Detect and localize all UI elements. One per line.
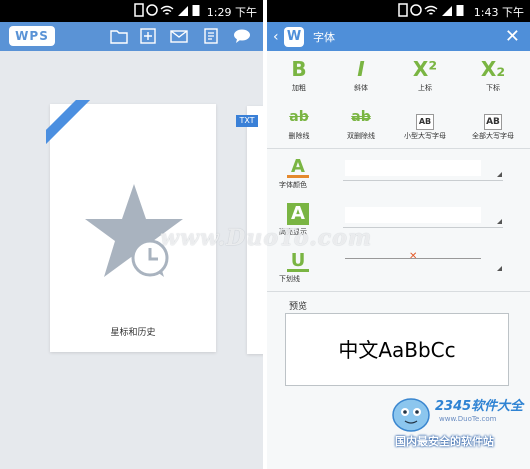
divider	[267, 291, 530, 292]
wifi-icon	[424, 5, 438, 15]
document-icon[interactable]	[202, 28, 220, 44]
bold-label: 加粗	[292, 84, 306, 92]
font-panel-header: ‹ W 字体 ✕	[267, 22, 530, 51]
small-caps-label: 小型大写字母	[404, 132, 446, 140]
subscript-button[interactable]: X₂ 下标	[463, 57, 523, 93]
bold-button[interactable]: B 加粗	[269, 57, 329, 93]
highlight-select[interactable]	[345, 207, 481, 223]
badge-slogan: 国内最安全的软件站	[395, 435, 494, 448]
all-caps-icon: AB	[484, 114, 502, 130]
dropdown-arrow-icon	[497, 172, 502, 177]
corner-ribbon	[46, 100, 90, 144]
slider-knob-icon[interactable]: ✕	[409, 251, 417, 262]
italic-button[interactable]: I 斜体	[331, 57, 391, 93]
font-color-row[interactable]: A 字体颜色	[267, 154, 530, 198]
signal-icon	[442, 6, 452, 16]
watermark: www.DuoTo.com	[160, 225, 373, 251]
txt-badge: TXT	[236, 115, 258, 127]
strikethrough-icon: ab	[289, 109, 309, 125]
preview-box: 中文AaBbCc	[285, 313, 509, 386]
underline-row[interactable]: U 下划线 ✕	[267, 248, 530, 292]
divider	[267, 148, 530, 149]
strikethrough-button[interactable]: ab 删除线	[269, 105, 329, 141]
battery-icon	[456, 5, 464, 16]
sim-icon	[398, 3, 408, 17]
font-color-select[interactable]	[345, 160, 481, 176]
dropdown-arrow-icon	[497, 266, 502, 271]
highlight-icon: A	[287, 203, 309, 225]
dropdown-arrow-icon	[497, 219, 502, 224]
superscript-button[interactable]: X² 上标	[395, 57, 455, 93]
superscript-icon: X²	[412, 57, 438, 81]
strikethrough-label: 删除线	[288, 132, 310, 140]
signal-icon	[178, 6, 188, 16]
alarm-icon	[410, 4, 422, 16]
status-bar: 1:29 下午	[0, 0, 263, 22]
small-caps-button[interactable]: AB 小型大写字母	[395, 105, 455, 141]
italic-label: 斜体	[354, 84, 368, 92]
status-time: 1:43 下午	[473, 6, 524, 19]
folder-icon[interactable]	[110, 28, 128, 44]
battery-icon	[192, 5, 200, 16]
small-caps-icon: AB	[416, 114, 434, 130]
wps-w-logo: W	[284, 27, 304, 47]
new-doc-icon[interactable]	[139, 28, 157, 44]
badge-name: 2345软件大全	[435, 399, 524, 414]
double-strikethrough-label: 双删除线	[347, 132, 375, 140]
font-color-icon: A	[287, 156, 309, 178]
bold-icon: B	[291, 57, 307, 81]
status-bar-right: 1:43 下午	[267, 0, 530, 22]
close-icon[interactable]: ✕	[505, 26, 520, 47]
alarm-icon	[146, 4, 158, 16]
preview-label: 预览	[289, 302, 308, 312]
mascot-icon	[392, 398, 430, 432]
subscript-label: 下标	[486, 84, 500, 92]
superscript-label: 上标	[418, 84, 432, 92]
double-strikethrough-button[interactable]: ab 双删除线	[331, 105, 391, 141]
underline-label: 下划线	[279, 275, 300, 283]
card-label: 星标和历史	[110, 328, 156, 338]
site-badge: 2345软件大全 www.DuoTe.com 国内最安全的软件站	[383, 389, 528, 449]
back-arrow-icon[interactable]: ‹	[273, 29, 279, 45]
double-strikethrough-icon: ab	[351, 109, 371, 125]
subscript-icon: X₂	[480, 57, 506, 81]
chat-icon[interactable]	[233, 28, 251, 44]
status-time: 1:29 下午	[206, 6, 257, 19]
underline-icon: U	[287, 250, 309, 272]
mail-icon[interactable]	[170, 28, 188, 44]
select-underline	[343, 180, 503, 181]
all-caps-button[interactable]: AB 全部大写字母	[463, 105, 523, 141]
panel-title: 字体	[313, 31, 335, 44]
badge-url: www.DuoTe.com	[439, 415, 497, 423]
wps-logo: WPS	[9, 26, 55, 46]
italic-icon: I	[357, 57, 365, 81]
font-color-label: 字体颜色	[279, 181, 307, 189]
sim-icon	[134, 3, 144, 17]
wifi-icon	[160, 5, 174, 15]
all-caps-label: 全部大写字母	[472, 132, 514, 140]
app-toolbar: WPS	[0, 22, 263, 51]
